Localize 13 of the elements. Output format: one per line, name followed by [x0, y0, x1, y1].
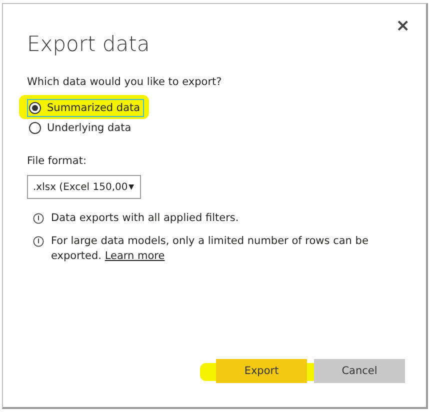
- dialog-title: Export data: [27, 32, 150, 56]
- info-text: Data exports with all applied filters.: [51, 211, 240, 226]
- learn-more-link[interactable]: Learn more: [104, 250, 165, 262]
- close-button[interactable]: ×: [392, 14, 414, 38]
- info-text: For large data models, only a limited number of rows can be exported. Learn more: [51, 234, 370, 264]
- info-icon: [33, 213, 44, 224]
- question-text: Which data would you like to export?: [27, 76, 223, 88]
- info-icon: [33, 236, 44, 247]
- field-label: File format:: [27, 155, 88, 167]
- export-button[interactable]: Export: [216, 359, 307, 383]
- cancel-button[interactable]: Cancel: [314, 359, 405, 383]
- radio-option[interactable]: Summarized data: [27, 99, 144, 117]
- radio-option[interactable]: Underlying data: [27, 119, 136, 137]
